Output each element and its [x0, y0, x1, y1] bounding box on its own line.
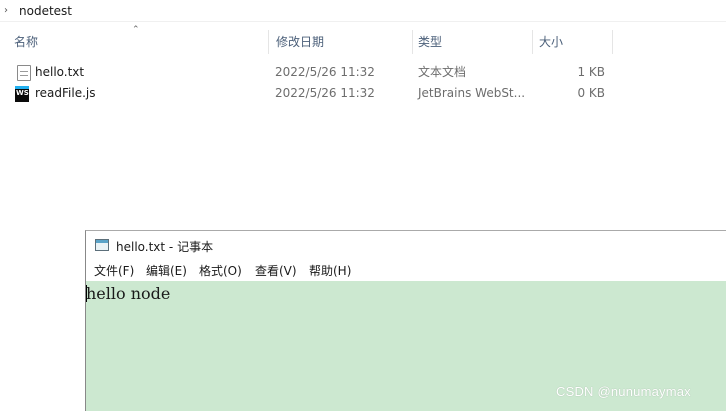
chevron-right-icon[interactable]: › [4, 5, 16, 16]
menu-edit[interactable]: 编辑(E) [146, 262, 187, 280]
file-size: 0 KB [577, 86, 605, 100]
notepad-title-bar[interactable]: hello.txt - 记事本 [86, 231, 726, 259]
file-modified: 2022/5/26 11:32 [275, 65, 375, 79]
menu-format[interactable]: 格式(O) [199, 262, 242, 280]
file-name: readFile.js [35, 86, 96, 100]
notepad-content: hello node [86, 284, 171, 303]
file-row-hello-txt[interactable]: hello.txt 2022/5/26 11:32 文本文档 1 KB [0, 62, 726, 83]
column-header: 名称 修改日期 类型 大小 [0, 30, 726, 54]
file-row-readfile-js[interactable]: WS readFile.js 2022/5/26 11:32 JetBrains… [0, 83, 726, 104]
file-name: hello.txt [35, 65, 85, 79]
file-type: JetBrains WebSt... [418, 86, 526, 100]
breadcrumb-folder[interactable]: nodetest [19, 4, 72, 18]
file-size: 1 KB [577, 65, 605, 79]
column-name[interactable]: 名称 [8, 30, 38, 54]
desktop: › nodetest ⌃ 名称 修改日期 类型 大小 hello.txt 202… [0, 0, 726, 411]
menu-file[interactable]: 文件(F) [94, 262, 134, 280]
watermark: CSDN @nunumaymax [556, 384, 691, 399]
address-bar[interactable]: › nodetest [0, 0, 726, 22]
menu-help[interactable]: 帮助(H) [309, 262, 351, 280]
text-file-icon [17, 65, 31, 81]
notepad-menu-bar: 文件(F) 编辑(E) 格式(O) 查看(V) 帮助(H) [86, 261, 726, 281]
file-type: 文本文档 [418, 65, 467, 79]
file-modified: 2022/5/26 11:32 [275, 86, 375, 100]
webstorm-file-icon: WS [15, 86, 29, 102]
column-type[interactable]: 类型 [412, 30, 442, 54]
menu-view[interactable]: 查看(V) [255, 262, 297, 280]
column-divider[interactable] [268, 30, 269, 54]
notepad-title: hello.txt - 记事本 [116, 240, 214, 254]
notepad-icon [95, 239, 109, 251]
column-size[interactable]: 大小 [533, 30, 563, 54]
column-divider[interactable] [612, 30, 613, 54]
column-modified[interactable]: 修改日期 [270, 30, 324, 54]
